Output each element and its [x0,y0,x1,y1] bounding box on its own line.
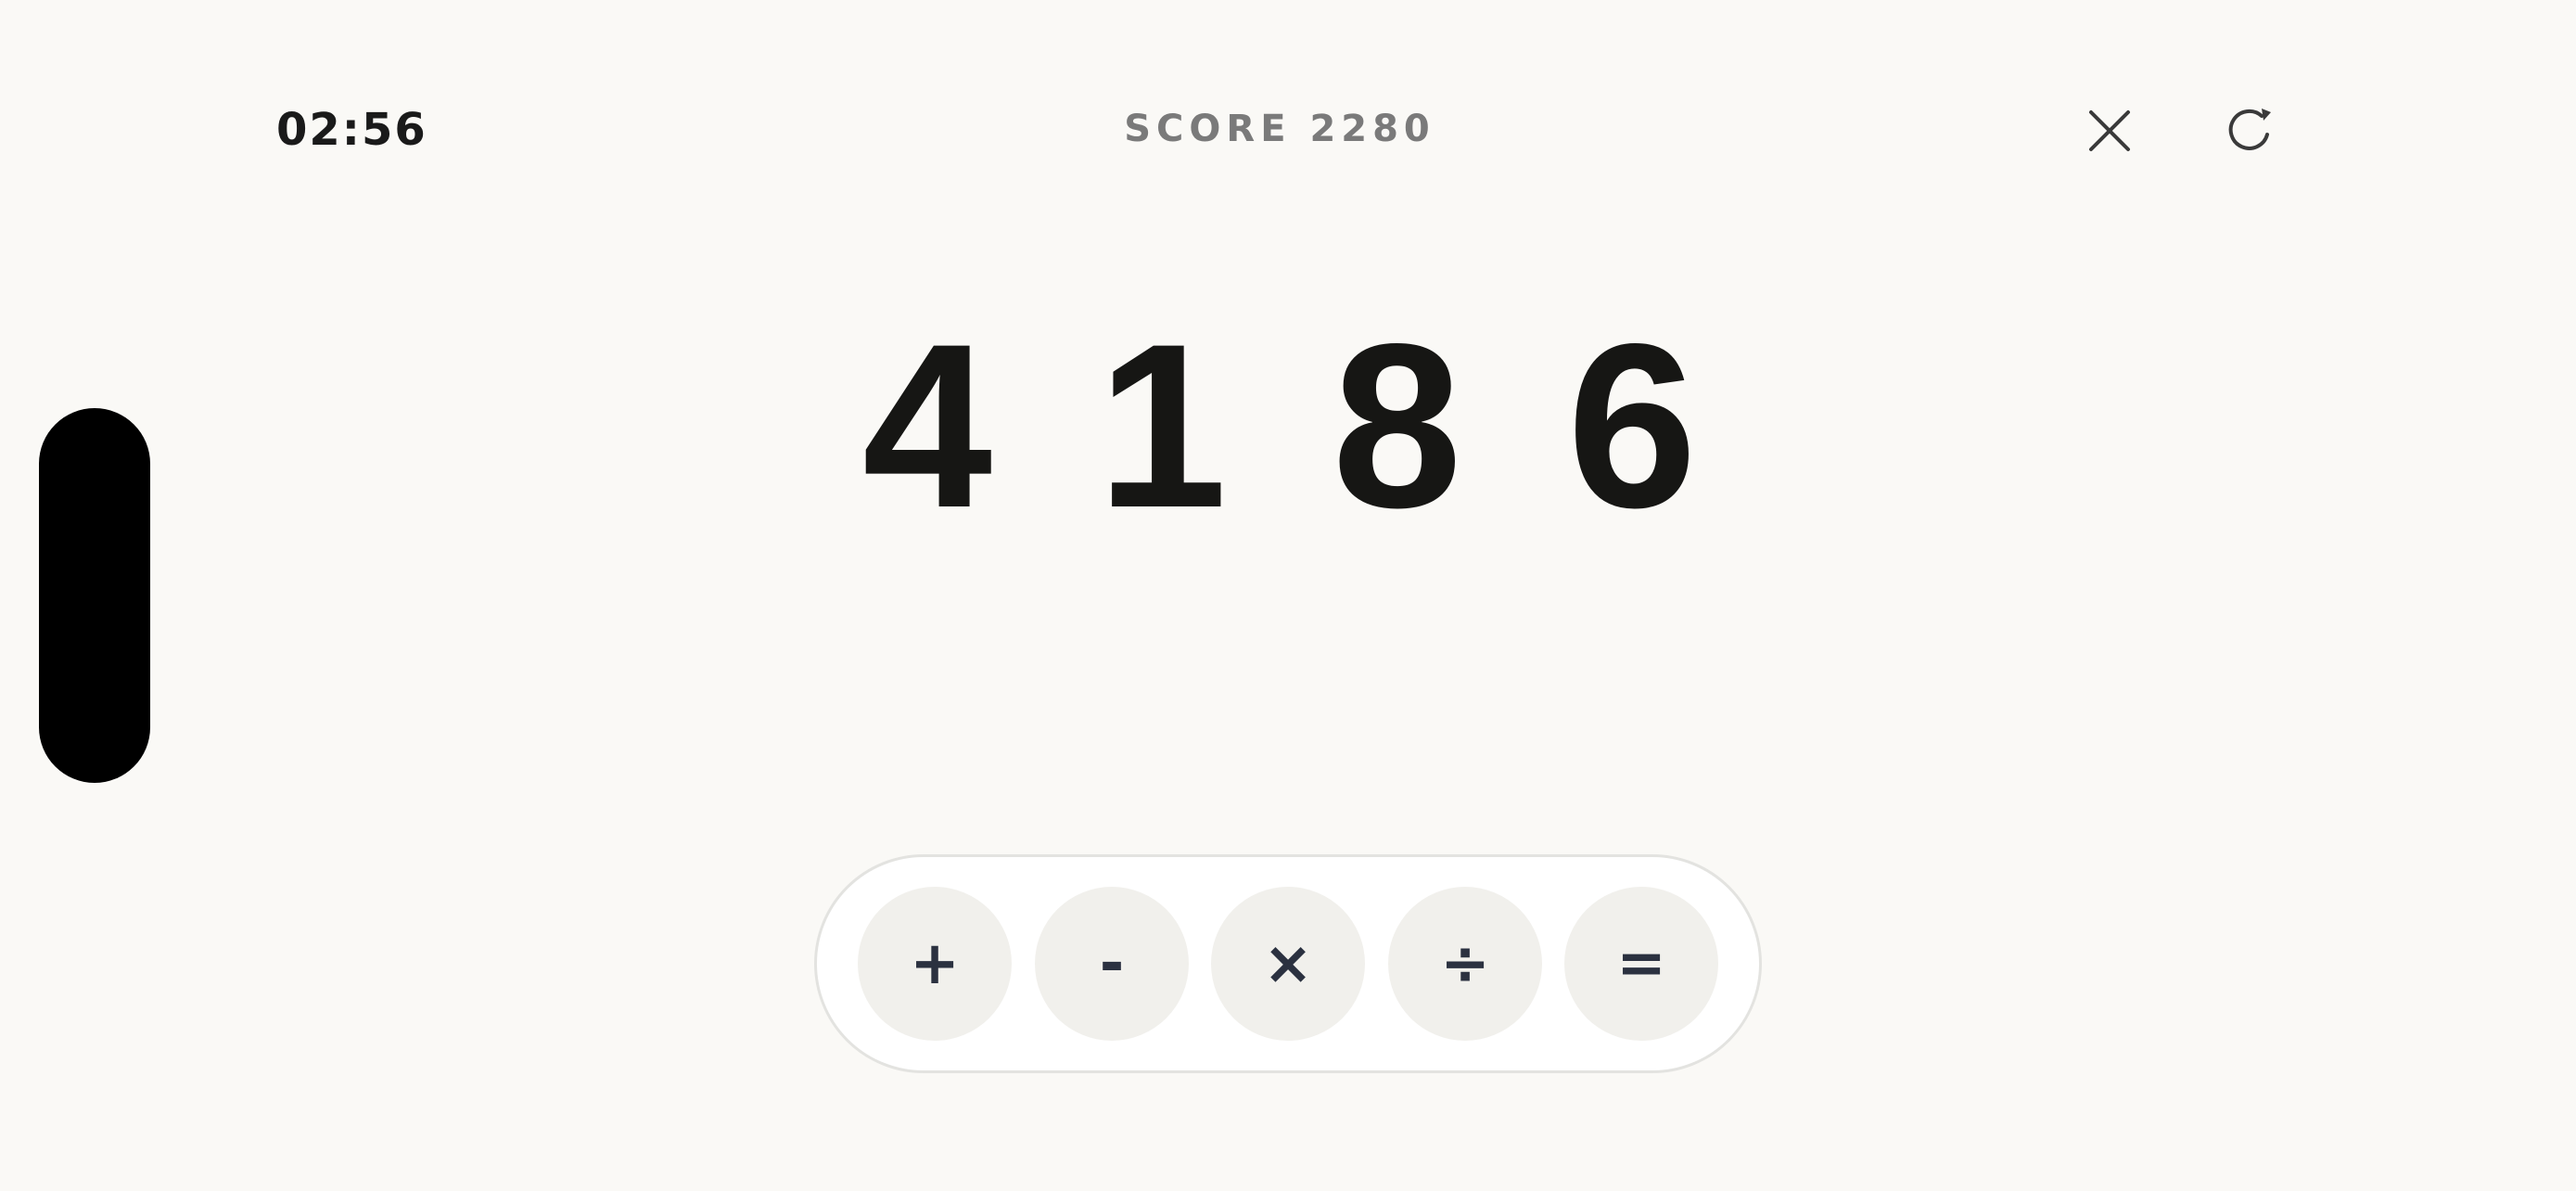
plus-button[interactable]: + [858,887,1012,1041]
close-icon [2089,110,2130,151]
operator-bar: + - × ÷ = [814,854,1762,1073]
equals-button[interactable]: = [1564,887,1718,1041]
timer: 02:56 [276,104,427,156]
digit-tile[interactable]: 4 [835,310,1020,544]
multiply-button[interactable]: × [1211,887,1365,1041]
restart-icon [2228,109,2271,150]
side-handle[interactable] [39,408,150,783]
divide-button[interactable]: ÷ [1388,887,1542,1041]
digit-row: 4 1 8 6 [835,310,1725,544]
minus-button[interactable]: - [1035,887,1189,1041]
restart-button[interactable] [2213,94,2288,168]
score-display: SCORE 2280 [1124,108,1435,150]
game-screen: 02:56 SCORE 2280 4 1 8 6 + - × ÷ = [0,0,2576,1191]
digit-tile[interactable]: 6 [1539,310,1725,544]
digit-tile[interactable]: 1 [1069,310,1255,544]
digit-tile[interactable]: 8 [1305,310,1490,544]
close-button[interactable] [2072,94,2147,168]
